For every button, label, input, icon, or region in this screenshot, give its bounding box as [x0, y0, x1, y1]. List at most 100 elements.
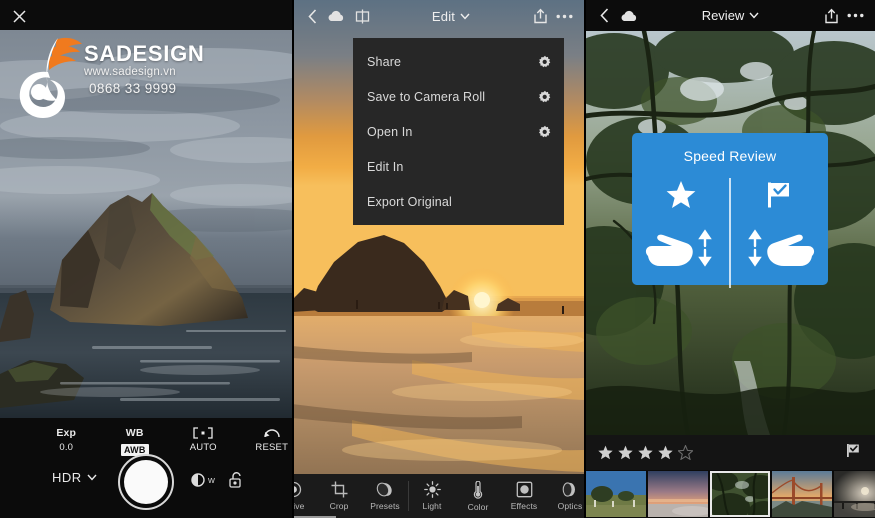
- camera-capture-row: HDR w: [0, 454, 292, 512]
- speed-review-title: Speed Review: [684, 148, 777, 164]
- tool-optics[interactable]: Optics: [547, 474, 584, 518]
- rating-bar: [584, 435, 875, 470]
- menu-item-label: Open In: [367, 125, 538, 139]
- exposure-label: Exp: [46, 426, 87, 440]
- white-balance-label: WB: [115, 426, 156, 440]
- chevron-down-icon: [460, 13, 470, 20]
- crop-icon: [331, 481, 348, 498]
- star-icon-filled: [618, 445, 633, 460]
- reset-value: RESET: [252, 442, 293, 454]
- menu-item-label: Save to Camera Roll: [367, 90, 538, 104]
- menu-item-label: Export Original: [367, 195, 552, 209]
- star-icon-empty: [678, 445, 693, 460]
- close-icon[interactable]: [8, 5, 30, 27]
- review-topbar: Review: [584, 0, 875, 31]
- camera-controls: Exp 0.0 WB AWB AUTO: [0, 418, 292, 518]
- tool-effects[interactable]: Effects: [501, 474, 547, 518]
- share-icon[interactable]: [527, 8, 553, 24]
- hdr-label: HDR: [52, 470, 82, 485]
- share-icon[interactable]: [818, 8, 844, 24]
- star-icon-filled: [598, 445, 613, 460]
- more-dots-icon[interactable]: [844, 13, 866, 18]
- back-icon[interactable]: [593, 8, 615, 23]
- edit-title-button[interactable]: Edit: [375, 9, 527, 24]
- swipe-up-down-hand-icon-right: [730, 226, 828, 270]
- flag-check-icon[interactable]: [845, 442, 861, 463]
- panel-divider-2: [584, 0, 586, 518]
- tool-light[interactable]: Light: [409, 474, 455, 518]
- tool-color[interactable]: Color: [455, 474, 501, 518]
- tool-label: Presets: [370, 501, 400, 511]
- edit-toolbar: ective Crop Presets: [292, 474, 584, 518]
- effects-icon: [516, 481, 533, 498]
- optics-icon: [561, 481, 579, 498]
- tool-label: Color: [468, 502, 489, 512]
- star-icon: [666, 180, 696, 214]
- tool-label: Effects: [511, 501, 538, 511]
- hdr-mode-button[interactable]: HDR: [52, 470, 97, 485]
- cloud-icon[interactable]: [323, 10, 349, 22]
- tool-selective[interactable]: ective: [292, 474, 316, 518]
- tool-presets[interactable]: Presets: [362, 474, 408, 518]
- speed-review-body: [632, 164, 828, 285]
- edit-topbar: Edit: [292, 0, 584, 32]
- exposure-control[interactable]: Exp 0.0: [46, 426, 87, 454]
- tool-label: Crop: [330, 501, 349, 511]
- speed-review-rating-half: [632, 164, 730, 285]
- tool-crop[interactable]: Crop: [316, 474, 362, 518]
- presets-icon: [376, 481, 394, 498]
- half-circle-icon: [190, 472, 206, 488]
- filmstrip-thumbnail-forest-canopy[interactable]: [710, 471, 770, 517]
- reset-control[interactable]: RESET: [252, 426, 293, 454]
- camera-panel: SADESIGN www.sadesign.vn 0868 33 9999 Ex…: [0, 0, 292, 518]
- camera-viewfinder-photo: [0, 30, 292, 418]
- reset-icon: [252, 426, 293, 440]
- filmstrip-thumbnail-misty-lake-pier[interactable]: [834, 471, 875, 517]
- compare-view-icon[interactable]: [349, 9, 375, 24]
- star-rating[interactable]: [598, 445, 693, 460]
- more-dots-icon[interactable]: [553, 14, 575, 19]
- white-balance-toggle-label: w: [208, 475, 215, 486]
- panel-divider-1: [292, 0, 294, 518]
- gear-icon[interactable]: [538, 55, 552, 69]
- star-icon-filled: [658, 445, 673, 460]
- menu-item-export-original[interactable]: Export Original: [353, 184, 564, 219]
- filmstrip-thumbnail-beach-sunset[interactable]: [648, 471, 708, 517]
- exposure-value: 0.0: [46, 442, 87, 454]
- focus-value: AUTO: [183, 442, 224, 454]
- tool-label: Light: [423, 501, 442, 511]
- speed-review-flag-half: [730, 164, 828, 285]
- cloud-icon[interactable]: [615, 10, 643, 22]
- star-icon-filled: [638, 445, 653, 460]
- camera-topbar: [0, 0, 292, 30]
- filmstrip[interactable]: [584, 470, 875, 518]
- color-icon: [472, 481, 484, 499]
- three-panel-screenshot: SADESIGN www.sadesign.vn 0868 33 9999 Ex…: [0, 0, 875, 518]
- unlock-icon[interactable]: [228, 471, 244, 494]
- chevron-down-icon: [87, 474, 97, 481]
- speed-review-overlay[interactable]: Speed Review: [632, 133, 828, 285]
- menu-item-label: Share: [367, 55, 538, 69]
- export-context-menu: Share Save to Camera Roll: [353, 38, 564, 225]
- review-title-label: Review: [702, 8, 745, 23]
- chevron-down-icon: [749, 12, 759, 19]
- menu-item-share[interactable]: Share: [353, 44, 564, 79]
- edit-panel: Edit Sha: [292, 0, 584, 518]
- gear-icon[interactable]: [538, 90, 552, 104]
- tool-label: Optics: [558, 501, 583, 511]
- flag-check-icon: [764, 180, 794, 214]
- menu-item-open-in[interactable]: Open In: [353, 114, 564, 149]
- menu-item-edit-in[interactable]: Edit In: [353, 149, 564, 184]
- focus-control[interactable]: AUTO: [183, 426, 224, 454]
- menu-item-save-to-camera-roll[interactable]: Save to Camera Roll: [353, 79, 564, 114]
- white-balance-toggle[interactable]: w: [190, 472, 215, 488]
- gear-icon[interactable]: [538, 125, 552, 139]
- review-title-button[interactable]: Review: [643, 8, 818, 23]
- filmstrip-thumbnail-golden-gate-bridge[interactable]: [772, 471, 832, 517]
- shutter-inner: [124, 460, 168, 504]
- swipe-up-down-hand-icon-left: [632, 226, 730, 270]
- back-icon[interactable]: [301, 9, 323, 24]
- filmstrip-thumbnail-landscape-field[interactable]: [586, 471, 646, 517]
- shutter-button[interactable]: [118, 454, 174, 510]
- review-panel: Review Speed Revi: [584, 0, 875, 518]
